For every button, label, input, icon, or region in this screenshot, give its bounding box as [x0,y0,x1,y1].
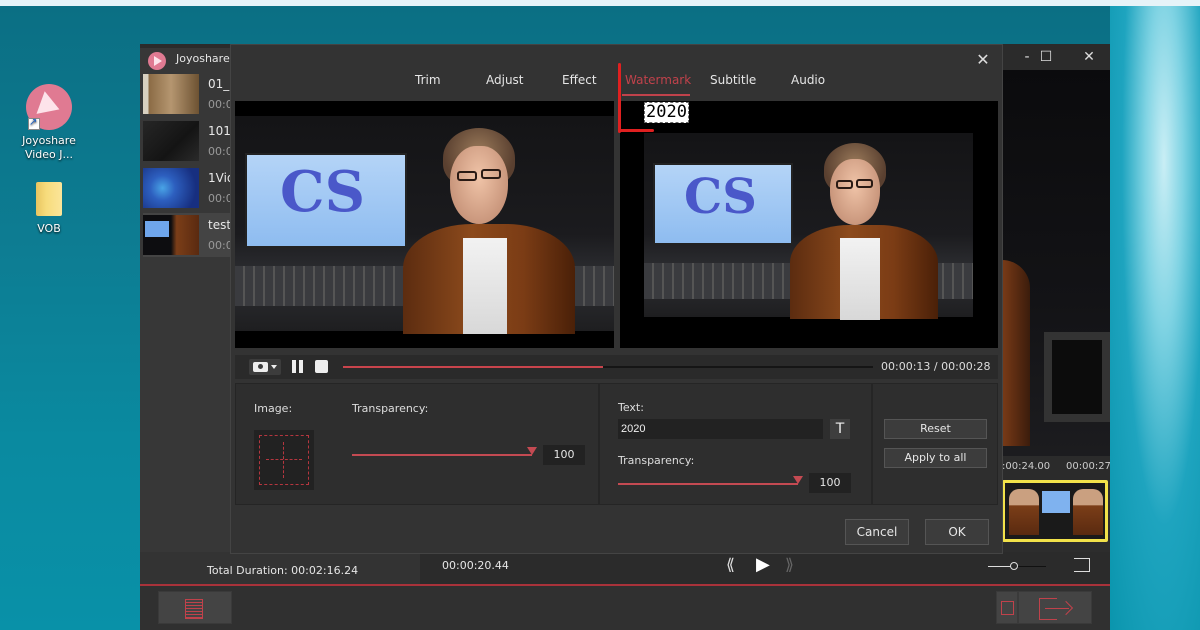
timeline-tick-label: 00:00:27 [1066,461,1111,472]
tab-trim[interactable]: Trim [415,73,441,87]
footer-toolbar [140,586,1110,630]
transparency-label: Transparency: [352,402,429,415]
font-settings-button[interactable]: T [830,419,850,439]
file-name: 01_ [208,77,230,91]
previous-icon[interactable]: ⟪ [726,555,735,574]
file-list-item[interactable]: 01_ 00:0 [143,72,230,116]
add-files-icon [185,599,203,619]
text-label: Text: [618,401,644,414]
main-video-preview [1002,70,1110,456]
image-watermark-panel: Image: Transparency: 100 [235,383,599,505]
original-video-preview: CS [235,101,614,348]
zoom-slider-handle[interactable] [1010,562,1018,570]
annotation-mark [618,63,621,133]
progress-bar[interactable] [343,366,873,368]
reset-button[interactable]: Reset [884,419,987,439]
video-thumbnail [143,74,199,114]
stop-icon[interactable] [315,360,328,373]
image-transparency-slider[interactable] [352,454,532,456]
app-header: Joyoshare [140,48,230,70]
file-duration: 00:0 [208,239,230,252]
timeline-clip[interactable] [1002,480,1108,542]
time-display: 00:00:13 / 00:00:28 [881,360,991,373]
annotation-mark [618,129,654,132]
app-title: Joyoshare [176,52,230,65]
plus-icon [266,459,302,460]
text-transparency-slider[interactable] [618,483,798,485]
image-transparency-value[interactable]: 100 [543,445,585,465]
file-duration: 00:0 [208,192,230,205]
convert-button[interactable] [1018,591,1092,624]
desktop-icon-label: Joyoshare Video J... [22,134,76,161]
file-list-item-selected[interactable]: test 00:0 [143,213,230,257]
output-format-button[interactable] [996,591,1018,624]
progress-fill [343,366,603,368]
add-files-button[interactable] [158,591,232,624]
file-duration: 00:0 [208,145,230,158]
cancel-button[interactable]: Cancel [845,519,909,545]
action-panel: Reset Apply to all [872,383,998,505]
snapshot-button[interactable] [249,359,281,375]
file-name: 1Vid [208,171,230,185]
next-icon[interactable]: ⟫ [785,555,794,574]
screen-logo: CS [280,159,366,225]
desktop-icon-joyoshare[interactable]: Joyoshare Video J... [14,84,84,162]
file-name: 101_ [208,124,230,138]
file-list-sidebar: Joyoshare 01_ 00:0 101_ 00:0 1Vid 00:0 t… [140,48,230,580]
ok-button[interactable]: OK [925,519,989,545]
playback-bar: Total Duration: 00:02:16.24 00:00:20.44 … [140,552,1110,584]
timeline-tick-label: :00:24.00 [1002,461,1051,472]
active-tab-indicator [622,94,690,96]
joyoshare-logo-icon [148,52,166,70]
tab-bar: Trim Adjust Effect Watermark Subtitle Au… [231,45,1002,98]
file-duration: 00:0 [208,98,230,111]
desktop-icon-vob[interactable]: VOB [14,182,84,236]
file-list-item[interactable]: 101_ 00:0 [143,119,230,163]
export-icon [1039,598,1057,620]
dialog-footer: Cancel OK [231,509,1002,553]
transparency-label: Transparency: [618,454,695,467]
watermark-text-overlay[interactable]: 2020 [644,102,689,123]
file-list-item[interactable]: 1Vid 00:0 [143,166,230,210]
video-thumbnail [143,121,199,161]
tab-subtitle[interactable]: Subtitle [710,73,756,87]
timeline-ruler[interactable]: :00:24.00 00:00:27 [1002,456,1111,480]
maximize-button[interactable]: ☐ [1035,47,1057,67]
watermark-text-input[interactable] [618,419,823,439]
shortcut-arrow-icon [28,116,40,130]
play-icon[interactable]: ▶ [756,554,770,575]
desktop-wallpaper [1110,6,1200,630]
text-transparency-value[interactable]: 100 [809,473,851,493]
tab-effect[interactable]: Effect [562,73,597,87]
folder-icon [36,182,62,216]
text-watermark-panel: Text: T Transparency: 100 [599,383,872,505]
slider-handle[interactable] [527,447,537,455]
current-time: 00:00:20.44 [442,559,509,572]
desktop-icon-label: VOB [37,222,61,235]
video-thumbnail [143,215,199,255]
pause-icon[interactable] [292,360,296,373]
edit-dialog: Trim Adjust Effect Watermark Subtitle Au… [230,44,1003,554]
document-icon [1001,601,1014,615]
slider-handle[interactable] [793,476,803,484]
joyoshare-app-icon [26,84,72,130]
player-controls: 00:00:13 / 00:00:28 [235,355,998,379]
tab-adjust[interactable]: Adjust [486,73,524,87]
dialog-close-button[interactable]: ✕ [973,50,993,70]
video-thumbnail [143,168,199,208]
total-duration: Total Duration: 00:02:16.24 [207,564,359,577]
tab-audio[interactable]: Audio [791,73,825,87]
add-image-button[interactable] [254,430,314,490]
tab-watermark[interactable]: Watermark [625,73,691,87]
close-button[interactable]: ✕ [1078,47,1100,67]
fit-timeline-icon[interactable] [1074,558,1090,572]
image-label: Image: [254,402,293,415]
dropdown-arrow-icon [271,365,277,369]
watermark-video-preview: CS 2020 [620,101,998,348]
file-name: test [208,218,230,232]
screen-logo: CS [684,169,757,225]
apply-to-all-button[interactable]: Apply to all [884,448,987,468]
